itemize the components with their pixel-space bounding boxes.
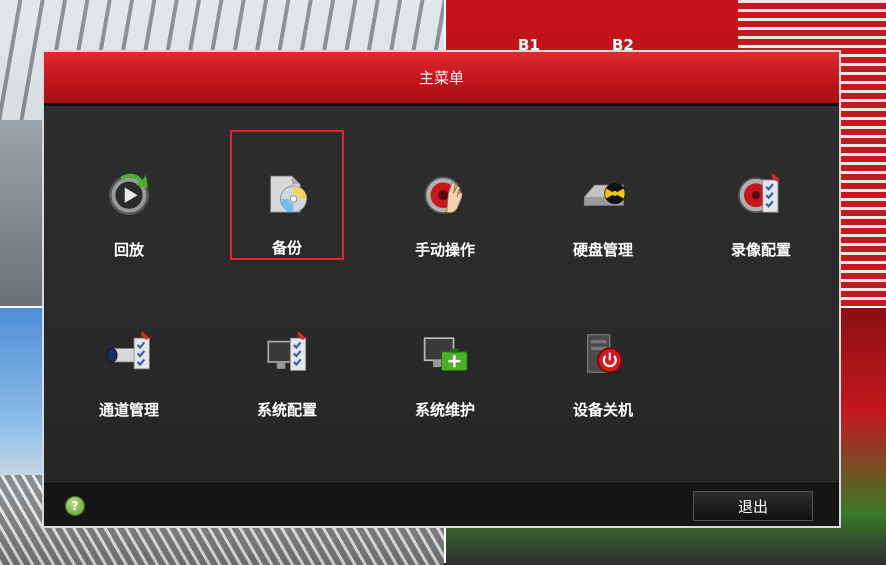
menu-item-channel[interactable]: 通道管理 bbox=[72, 290, 186, 420]
backup-disc-icon bbox=[270, 175, 308, 213]
dialog-title: 主菜单 bbox=[418, 69, 464, 87]
menu-item-maintenance[interactable]: 系统维护 bbox=[388, 290, 502, 420]
exit-button[interactable]: 退出 bbox=[693, 491, 813, 521]
menu-item-shutdown[interactable]: 设备关机 bbox=[546, 290, 660, 420]
menu-item-label: 回放 bbox=[113, 241, 144, 259]
maintenance-icon bbox=[423, 337, 468, 371]
playback-icon bbox=[109, 173, 149, 216]
menu-item-label: 通道管理 bbox=[98, 401, 159, 419]
menu-item-label: 备份 bbox=[271, 239, 302, 257]
menu-item-label: 硬盘管理 bbox=[572, 241, 633, 259]
menu-item-label: 录像配置 bbox=[730, 241, 791, 259]
menu-item-label: 手动操作 bbox=[414, 241, 475, 259]
menu-item-label: 系统维护 bbox=[414, 401, 475, 419]
dialog-footer: ? 退出 bbox=[44, 483, 839, 526]
menu-item-playback[interactable]: 回放 bbox=[72, 130, 186, 260]
menu-item-label: 系统配置 bbox=[256, 401, 317, 419]
main-menu-dialog: 主菜单 回放 备份 手动操作 硬盘管理 录像配置 通道管理 系统配置 系统维护 … bbox=[42, 50, 841, 528]
menu-item-backup[interactable]: 备份 bbox=[230, 130, 344, 260]
menu-item-record-config[interactable]: 录像配置 bbox=[704, 130, 818, 260]
system-config-icon bbox=[267, 331, 307, 371]
menu-item-hdd[interactable]: 硬盘管理 bbox=[546, 130, 660, 260]
camera-icon bbox=[106, 331, 150, 370]
menu-grid: 回放 备份 手动操作 硬盘管理 录像配置 通道管理 系统配置 系统维护 设备关机 bbox=[44, 106, 839, 484]
dialog-titlebar: 主菜单 bbox=[44, 52, 839, 106]
menu-item-system-config[interactable]: 系统配置 bbox=[230, 290, 344, 420]
menu-item-manual[interactable]: 手动操作 bbox=[388, 130, 502, 260]
menu-item-label: 设备关机 bbox=[572, 401, 633, 419]
manual-record-icon bbox=[424, 176, 463, 214]
hdd-icon bbox=[583, 182, 626, 206]
record-config-icon bbox=[738, 173, 780, 214]
shutdown-icon bbox=[587, 334, 623, 374]
help-icon[interactable]: ? bbox=[65, 496, 85, 516]
